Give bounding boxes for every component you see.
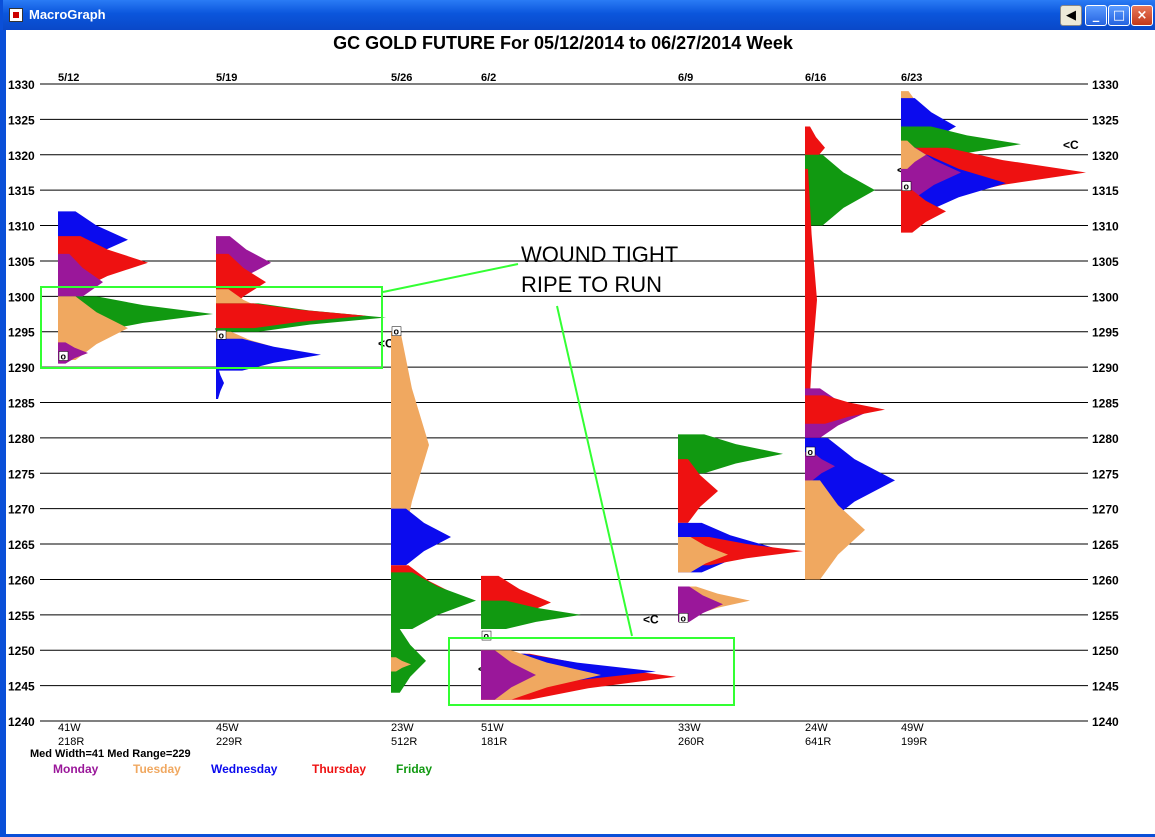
week-date-label: 5/12	[58, 72, 79, 84]
y-tick-label-right: 1250	[1092, 644, 1119, 658]
legend-tuesday: Tuesday	[133, 762, 181, 776]
chart-area: GC GOLD FUTURE For 05/12/2014 to 06/27/2…	[6, 30, 1155, 834]
y-tick-label-right: 1270	[1092, 503, 1119, 517]
week-date-label: 6/23	[901, 72, 922, 84]
week-range-label: 199R	[901, 736, 927, 748]
y-tick-label-left: 1310	[8, 220, 35, 234]
y-tick-label-right: 1280	[1092, 432, 1119, 446]
app-icon[interactable]	[9, 8, 23, 22]
y-tick-label-left: 1320	[8, 149, 35, 163]
week-range-label: 641R	[805, 736, 831, 748]
y-tick-label-right: 1315	[1092, 184, 1119, 198]
y-tick-label-right: 1310	[1092, 220, 1119, 234]
y-tick-label-right: 1275	[1092, 467, 1119, 481]
open-marker-label: o	[484, 631, 490, 641]
y-tick-label-right: 1285	[1092, 397, 1119, 411]
open-marker-label: o	[61, 351, 67, 361]
y-tick-label-left: 1280	[8, 432, 35, 446]
week-width-label: 24W	[805, 722, 828, 734]
open-marker-label: o	[394, 327, 400, 337]
y-tick-label-right: 1240	[1092, 715, 1119, 729]
annotation-line	[382, 263, 519, 293]
title-bar[interactable]: MacroGraph ◀ _ □ ×	[3, 0, 1155, 30]
y-tick-label-left: 1275	[8, 467, 35, 481]
week-date-label: 5/19	[216, 72, 237, 84]
y-tick-label-left: 1260	[8, 573, 35, 587]
market-profile-chart: GC GOLD FUTURE For 05/12/2014 to 06/27/2…	[8, 33, 1119, 776]
week-date-label: 6/9	[678, 72, 693, 84]
open-marker-label: o	[904, 182, 910, 192]
week-range-label: 181R	[481, 736, 507, 748]
back-arrow-icon[interactable]: ◀	[1060, 5, 1082, 26]
y-tick-label-right: 1330	[1092, 78, 1119, 92]
y-tick-label-right: 1260	[1092, 573, 1119, 587]
y-tick-label-left: 1245	[8, 680, 35, 694]
stats-line: Med Width=41 Med Range=229	[30, 748, 191, 760]
week-date-label: 5/26	[391, 72, 412, 84]
week-date-label: 6/2	[481, 72, 496, 84]
y-tick-label-right: 1245	[1092, 680, 1119, 694]
open-marker-label: o	[808, 447, 814, 457]
profile-bar-wednesday	[216, 338, 321, 371]
week-range-label: 512R	[391, 736, 417, 748]
legend-wednesday: Wednesday	[211, 762, 278, 776]
week-width-label: 23W	[391, 722, 414, 734]
y-tick-label-left: 1265	[8, 538, 35, 552]
y-tick-label-right: 1255	[1092, 609, 1119, 623]
window-title: MacroGraph	[29, 7, 106, 22]
legend-monday: Monday	[53, 762, 99, 776]
profile-bar-friday	[805, 154, 875, 226]
legend-thursday: Thursday	[312, 762, 366, 776]
week-width-label: 41W	[58, 722, 81, 734]
annotation-text: RIPE TO RUN	[521, 272, 662, 297]
close-marker: <C	[1063, 138, 1079, 152]
week-date-label: 6/16	[805, 72, 826, 84]
open-marker-label: o	[681, 613, 687, 623]
y-tick-label-left: 1270	[8, 503, 35, 517]
y-tick-label-left: 1255	[8, 609, 35, 623]
y-tick-label-right: 1265	[1092, 538, 1119, 552]
y-tick-label-left: 1240	[8, 715, 35, 729]
profile-bar-wednesday	[216, 367, 224, 399]
app-window: MacroGraph ◀ _ □ × GC GOLD FUTURE For 05…	[0, 0, 1155, 837]
minimize-button[interactable]: _	[1085, 5, 1107, 26]
y-tick-label-left: 1290	[8, 361, 35, 375]
y-tick-label-left: 1330	[8, 78, 35, 92]
week-range-label: 260R	[678, 736, 704, 748]
y-tick-label-right: 1290	[1092, 361, 1119, 375]
annotation-line	[556, 305, 633, 637]
y-tick-label-left: 1285	[8, 397, 35, 411]
maximize-button[interactable]: □	[1108, 5, 1130, 26]
profile-bar-friday	[391, 572, 476, 629]
y-tick-label-left: 1325	[8, 113, 35, 127]
chart-title: GC GOLD FUTURE For 05/12/2014 to 06/27/2…	[333, 33, 794, 53]
y-tick-label-right: 1305	[1092, 255, 1119, 269]
open-marker-label: o	[219, 330, 225, 340]
week-width-label: 33W	[678, 722, 701, 734]
close-marker: <C	[643, 612, 659, 626]
y-tick-label-right: 1295	[1092, 326, 1119, 340]
close-button[interactable]: ×	[1131, 5, 1153, 26]
annotation-text: WOUND TIGHT	[521, 242, 678, 267]
y-tick-label-left: 1305	[8, 255, 35, 269]
y-tick-label-left: 1300	[8, 290, 35, 304]
week-width-label: 45W	[216, 722, 239, 734]
y-tick-label-right: 1325	[1092, 113, 1119, 127]
week-width-label: 49W	[901, 722, 924, 734]
legend-friday: Friday	[396, 762, 432, 776]
y-tick-label-left: 1315	[8, 184, 35, 198]
y-tick-label-left: 1250	[8, 644, 35, 658]
profile-bar-wednesday	[391, 508, 451, 566]
y-tick-label-right: 1300	[1092, 290, 1119, 304]
y-tick-label-left: 1295	[8, 326, 35, 340]
week-range-label: 218R	[58, 736, 84, 748]
week-width-label: 51W	[481, 722, 504, 734]
week-range-label: 229R	[216, 736, 242, 748]
y-tick-label-right: 1320	[1092, 149, 1119, 163]
